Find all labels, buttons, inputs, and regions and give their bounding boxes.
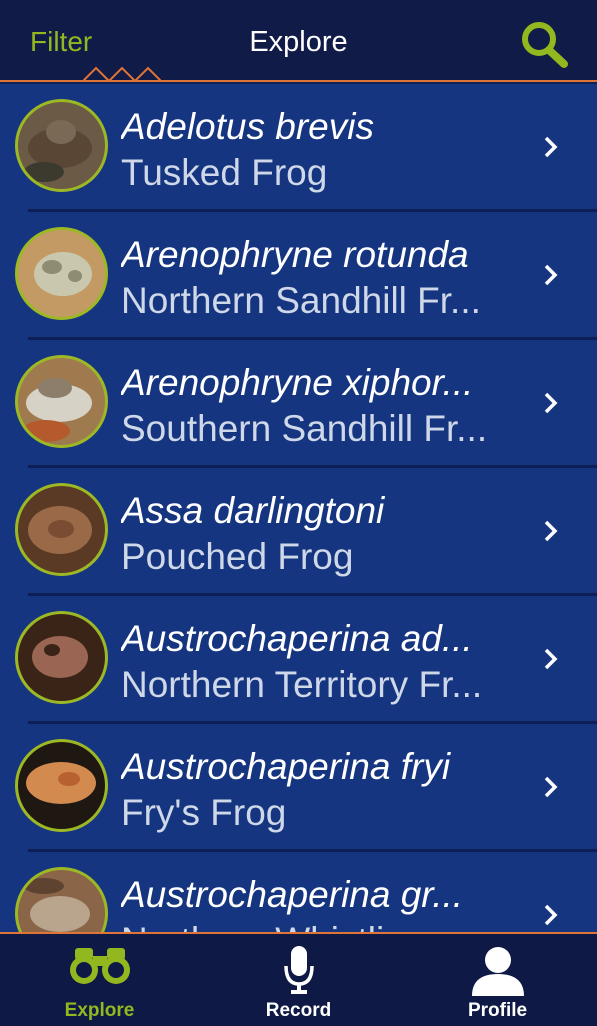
tab-explore[interactable]: Explore xyxy=(0,934,199,1026)
list-item[interactable]: Adelotus brevis Tusked Frog xyxy=(0,84,597,212)
scientific-name: Austrochaperina fryi xyxy=(121,746,451,787)
scientific-name: Assa darlingtoni xyxy=(121,490,385,531)
species-list[interactable]: Adelotus brevis Tusked Frog Arenophryne … xyxy=(0,84,597,934)
tab-label: Profile xyxy=(467,1000,528,1021)
chevron-right-icon xyxy=(544,264,558,286)
common-name: Northern Sandhill Fr... xyxy=(121,280,481,321)
frog-avatar xyxy=(15,611,108,704)
chevron-right-icon xyxy=(544,904,558,926)
tab-label: Record xyxy=(265,1000,332,1021)
list-item[interactable]: Assa darlingtoni Pouched Frog xyxy=(0,468,597,596)
common-name: Southern Sandhill Fr... xyxy=(121,408,488,449)
microphone-icon xyxy=(283,946,314,994)
common-name: Northern Territory Fr... xyxy=(121,664,483,705)
chevron-right-icon xyxy=(544,392,558,414)
top-bar: Filter Explore xyxy=(0,0,597,82)
person-icon xyxy=(471,947,524,996)
list-item[interactable]: Austrochaperina ad... Northern Territory… xyxy=(0,596,597,724)
scientific-name: Austrochaperina gr... xyxy=(121,874,464,915)
chevron-right-icon xyxy=(544,136,558,158)
list-item[interactable]: Austrochaperina gr... Northern Whistling… xyxy=(0,852,597,934)
frog-avatar xyxy=(15,867,108,934)
scientific-name: Arenophryne rotunda xyxy=(121,234,469,275)
frog-avatar xyxy=(15,227,108,320)
common-name: Tusked Frog xyxy=(121,152,328,193)
tab-bar: Explore Record Profile xyxy=(0,932,597,1026)
page-title: Explore xyxy=(249,26,348,58)
tab-label: Explore xyxy=(64,1000,135,1021)
list-item[interactable]: Austrochaperina fryi Fry's Frog xyxy=(0,724,597,852)
chevron-right-icon xyxy=(544,648,558,670)
frog-avatar xyxy=(15,99,108,192)
search-icon[interactable] xyxy=(518,20,570,68)
frog-avatar xyxy=(15,483,108,576)
common-name: Fry's Frog xyxy=(121,792,287,833)
tab-record[interactable]: Record xyxy=(199,934,398,1026)
frog-avatar xyxy=(15,355,108,448)
binoculars-icon xyxy=(69,948,130,984)
header-divider xyxy=(0,80,597,82)
chevron-right-icon xyxy=(544,520,558,542)
list-item[interactable]: Arenophryne rotunda Northern Sandhill Fr… xyxy=(0,212,597,340)
frog-avatar xyxy=(15,739,108,832)
scientific-name: Arenophryne xiphor... xyxy=(121,362,474,403)
scientific-name: Austrochaperina ad... xyxy=(121,618,473,659)
list-item[interactable]: Arenophryne xiphor... Southern Sandhill … xyxy=(0,340,597,468)
scientific-name: Adelotus brevis xyxy=(121,106,374,147)
common-name: Pouched Frog xyxy=(121,536,354,577)
tab-profile[interactable]: Profile xyxy=(398,934,597,1026)
chevron-right-icon xyxy=(544,776,558,798)
